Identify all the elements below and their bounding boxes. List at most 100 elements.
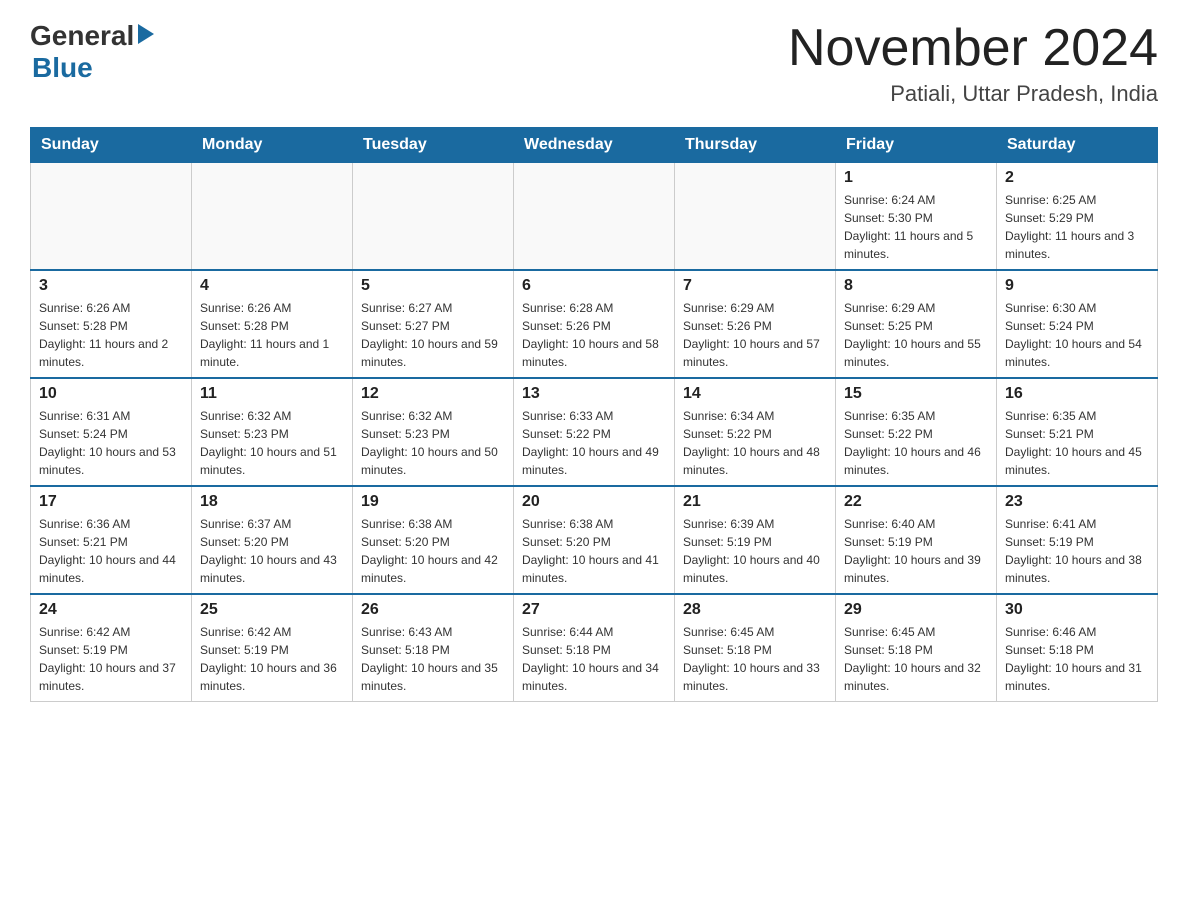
calendar-day-cell: 10 Sunrise: 6:31 AMSunset: 5:24 PMDayligh… [31, 378, 192, 486]
day-info: Sunrise: 6:35 AMSunset: 5:21 PMDaylight:… [1005, 407, 1149, 479]
day-info: Sunrise: 6:31 AMSunset: 5:24 PMDaylight:… [39, 407, 183, 479]
calendar-day-cell: 11Sunrise: 6:32 AMSunset: 5:23 PMDayligh… [192, 378, 353, 486]
calendar-day-header: Wednesday [514, 128, 675, 163]
day-info: Sunrise: 6:26 AMSunset: 5:28 PMDaylight:… [39, 299, 183, 371]
day-info: Sunrise: 6:27 AMSunset: 5:27 PMDaylight:… [361, 299, 505, 371]
logo-general-text: General [30, 20, 134, 52]
calendar-day-cell: 25 Sunrise: 6:42 AMSunset: 5:19 PMDayligh… [192, 594, 353, 702]
calendar-day-cell: 30Sunrise: 6:46 AMSunset: 5:18 PMDayligh… [997, 594, 1158, 702]
day-info: Sunrise: 6:46 AMSunset: 5:18 PMDaylight:… [1005, 623, 1149, 695]
calendar-day-cell [31, 163, 192, 271]
calendar-day-cell [675, 163, 836, 271]
day-number: 17 [39, 493, 183, 511]
day-info: Sunrise: 6:37 AMSunset: 5:20 PMDaylight:… [200, 515, 344, 587]
day-info: Sunrise: 6:24 AMSunset: 5:30 PMDaylight:… [844, 191, 988, 263]
day-number: 14 [683, 385, 827, 403]
day-number: 3 [39, 277, 183, 295]
logo-blue-text: Blue [32, 52, 93, 84]
day-number: 24 [39, 601, 183, 619]
calendar-day-header: Tuesday [353, 128, 514, 163]
day-info: Sunrise: 6:43 AMSunset: 5:18 PMDaylight:… [361, 623, 505, 695]
calendar-day-cell: 4Sunrise: 6:26 AMSunset: 5:28 PMDaylight… [192, 270, 353, 378]
day-info: Sunrise: 6:39 AMSunset: 5:19 PMDaylight:… [683, 515, 827, 587]
day-info: Sunrise: 6:45 AMSunset: 5:18 PMDaylight:… [844, 623, 988, 695]
day-info: Sunrise: 6:30 AMSunset: 5:24 PMDaylight:… [1005, 299, 1149, 371]
day-number: 28 [683, 601, 827, 619]
calendar-week-row: 17 Sunrise: 6:36 AMSunset: 5:21 PMDayligh… [31, 486, 1158, 594]
calendar-day-header: Thursday [675, 128, 836, 163]
day-number: 12 [361, 385, 505, 403]
day-number: 4 [200, 277, 344, 295]
day-info: Sunrise: 6:29 AMSunset: 5:25 PMDaylight:… [844, 299, 988, 371]
day-number: 16 [1005, 385, 1149, 403]
day-number: 13 [522, 385, 666, 403]
day-info: Sunrise: 6:38 AMSunset: 5:20 PMDaylight:… [522, 515, 666, 587]
day-number: 10 [39, 385, 183, 403]
day-info: Sunrise: 6:28 AMSunset: 5:26 PMDaylight:… [522, 299, 666, 371]
calendar-day-cell: 13 Sunrise: 6:33 AMSunset: 5:22 PMDayligh… [514, 378, 675, 486]
calendar-day-cell [192, 163, 353, 271]
calendar-day-cell: 3 Sunrise: 6:26 AMSunset: 5:28 PMDaylight… [31, 270, 192, 378]
day-number: 27 [522, 601, 666, 619]
day-number: 18 [200, 493, 344, 511]
day-number: 1 [844, 169, 988, 187]
calendar-day-cell: 24 Sunrise: 6:42 AMSunset: 5:19 PMDayligh… [31, 594, 192, 702]
day-info: Sunrise: 6:40 AMSunset: 5:19 PMDaylight:… [844, 515, 988, 587]
calendar-day-cell: 27Sunrise: 6:44 AMSunset: 5:18 PMDayligh… [514, 594, 675, 702]
day-number: 26 [361, 601, 505, 619]
calendar-day-cell [514, 163, 675, 271]
calendar-day-cell: 28 Sunrise: 6:45 AMSunset: 5:18 PMDayligh… [675, 594, 836, 702]
day-number: 5 [361, 277, 505, 295]
calendar-week-row: 1 Sunrise: 6:24 AMSunset: 5:30 PMDaylight… [31, 163, 1158, 271]
day-info: Sunrise: 6:34 AMSunset: 5:22 PMDaylight:… [683, 407, 827, 479]
day-number: 8 [844, 277, 988, 295]
day-number: 23 [1005, 493, 1149, 511]
calendar-table: SundayMondayTuesdayWednesdayThursdayFrid… [30, 127, 1158, 702]
calendar-day-header: Monday [192, 128, 353, 163]
location-subtitle: Patiali, Uttar Pradesh, India [788, 81, 1158, 107]
day-info: Sunrise: 6:42 AMSunset: 5:19 PMDaylight:… [200, 623, 344, 695]
day-info: Sunrise: 6:45 AMSunset: 5:18 PMDaylight:… [683, 623, 827, 695]
calendar-day-header: Sunday [31, 128, 192, 163]
day-number: 20 [522, 493, 666, 511]
calendar-day-cell: 29Sunrise: 6:45 AMSunset: 5:18 PMDayligh… [836, 594, 997, 702]
day-info: Sunrise: 6:36 AMSunset: 5:21 PMDaylight:… [39, 515, 183, 587]
day-info: Sunrise: 6:33 AMSunset: 5:22 PMDaylight:… [522, 407, 666, 479]
day-number: 6 [522, 277, 666, 295]
month-title: November 2024 [788, 20, 1158, 77]
calendar-day-cell: 22 Sunrise: 6:40 AMSunset: 5:19 PMDayligh… [836, 486, 997, 594]
calendar-day-cell: 1 Sunrise: 6:24 AMSunset: 5:30 PMDaylight… [836, 163, 997, 271]
day-number: 15 [844, 385, 988, 403]
calendar-week-row: 24 Sunrise: 6:42 AMSunset: 5:19 PMDayligh… [31, 594, 1158, 702]
calendar-day-cell: 23Sunrise: 6:41 AMSunset: 5:19 PMDayligh… [997, 486, 1158, 594]
calendar-day-header: Friday [836, 128, 997, 163]
calendar-day-cell: 18 Sunrise: 6:37 AMSunset: 5:20 PMDayligh… [192, 486, 353, 594]
day-info: Sunrise: 6:35 AMSunset: 5:22 PMDaylight:… [844, 407, 988, 479]
calendar-day-cell: 14 Sunrise: 6:34 AMSunset: 5:22 PMDayligh… [675, 378, 836, 486]
calendar-week-row: 10 Sunrise: 6:31 AMSunset: 5:24 PMDayligh… [31, 378, 1158, 486]
day-number: 25 [200, 601, 344, 619]
calendar-day-cell: 9 Sunrise: 6:30 AMSunset: 5:24 PMDaylight… [997, 270, 1158, 378]
day-info: Sunrise: 6:38 AMSunset: 5:20 PMDaylight:… [361, 515, 505, 587]
day-info: Sunrise: 6:29 AMSunset: 5:26 PMDaylight:… [683, 299, 827, 371]
logo-arrow-icon [138, 24, 154, 44]
calendar-header-row: SundayMondayTuesdayWednesdayThursdayFrid… [31, 128, 1158, 163]
calendar-day-cell: 8 Sunrise: 6:29 AMSunset: 5:25 PMDaylight… [836, 270, 997, 378]
calendar-day-cell [353, 163, 514, 271]
page-header: General Blue November 2024 Patiali, Utta… [30, 20, 1158, 107]
calendar-day-cell: 17 Sunrise: 6:36 AMSunset: 5:21 PMDayligh… [31, 486, 192, 594]
logo: General Blue [30, 20, 154, 84]
calendar-day-header: Saturday [997, 128, 1158, 163]
day-info: Sunrise: 6:42 AMSunset: 5:19 PMDaylight:… [39, 623, 183, 695]
calendar-day-cell: 7 Sunrise: 6:29 AMSunset: 5:26 PMDaylight… [675, 270, 836, 378]
day-number: 7 [683, 277, 827, 295]
day-info: Sunrise: 6:25 AMSunset: 5:29 PMDaylight:… [1005, 191, 1149, 263]
calendar-day-cell: 15 Sunrise: 6:35 AMSunset: 5:22 PMDayligh… [836, 378, 997, 486]
day-number: 9 [1005, 277, 1149, 295]
calendar-day-cell: 19 Sunrise: 6:38 AMSunset: 5:20 PMDayligh… [353, 486, 514, 594]
day-number: 21 [683, 493, 827, 511]
day-number: 19 [361, 493, 505, 511]
title-area: November 2024 Patiali, Uttar Pradesh, In… [788, 20, 1158, 107]
calendar-day-cell: 5 Sunrise: 6:27 AMSunset: 5:27 PMDaylight… [353, 270, 514, 378]
day-number: 22 [844, 493, 988, 511]
